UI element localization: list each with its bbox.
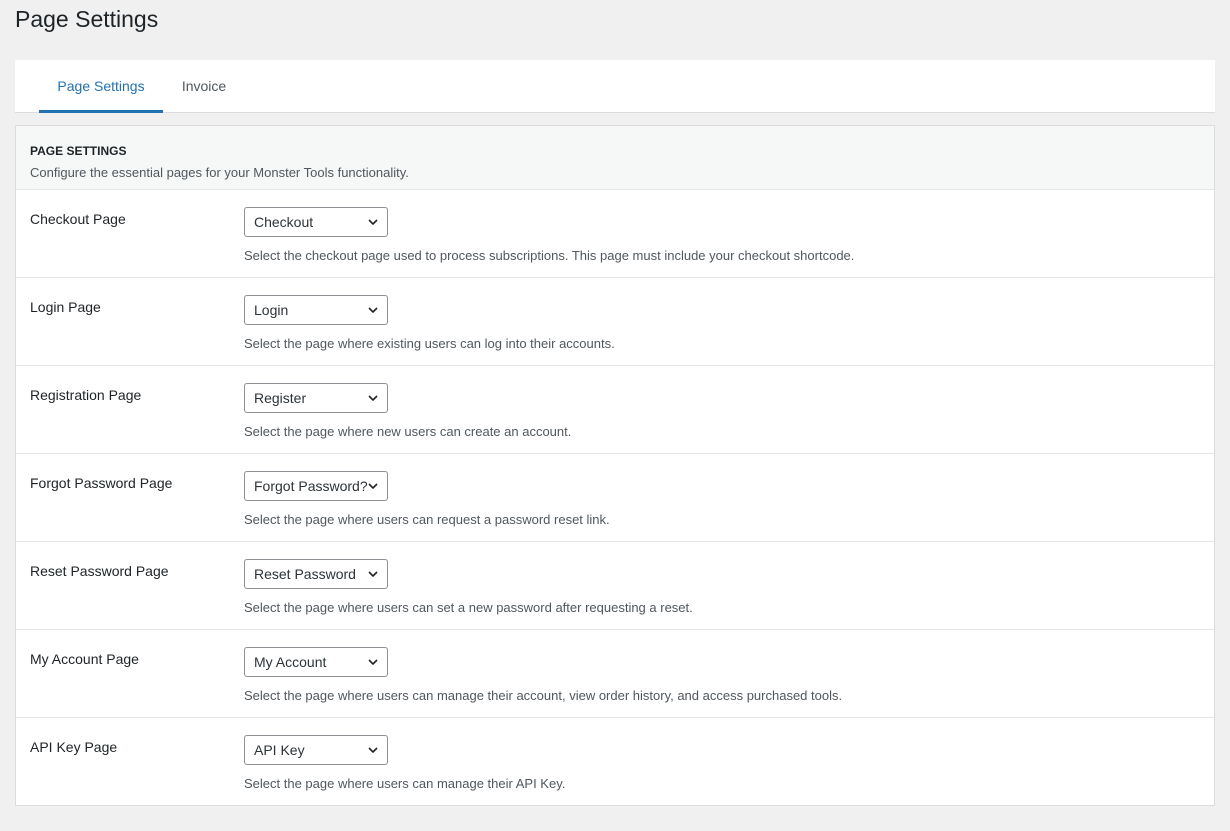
forgot-password-page-select[interactable]: Forgot Password? <box>244 471 388 501</box>
chevron-down-icon <box>368 659 378 666</box>
login-page-select[interactable]: Login <box>244 295 388 325</box>
login-page-select-value: Login <box>254 302 289 318</box>
reset-password-page-label: Reset Password Page <box>30 563 169 579</box>
registration-page-select[interactable]: Register <box>244 383 388 413</box>
chevron-down-icon <box>368 483 378 490</box>
checkout-page-description: Select the checkout page used to process… <box>244 248 855 263</box>
my-account-page-label: My Account Page <box>30 651 139 667</box>
registration-page-label: Registration Page <box>30 387 142 403</box>
api-key-page-description: Select the page where users can manage t… <box>244 776 566 791</box>
forgot-password-page-select-value: Forgot Password? <box>254 478 368 494</box>
checkout-page-label: Checkout Page <box>30 211 126 227</box>
reset-password-page-select[interactable]: Reset Password <box>244 559 388 589</box>
tab-page-settings[interactable]: Page Settings <box>39 60 163 113</box>
setting-row-api-key: API Key Page API Key Select the page whe… <box>16 718 1214 806</box>
setting-row-checkout: Checkout Page Checkout Select the checko… <box>16 190 1214 278</box>
section-description: Configure the essential pages for your M… <box>30 165 409 180</box>
chevron-down-icon <box>368 571 378 578</box>
forgot-password-page-description: Select the page where users can request … <box>244 512 610 527</box>
my-account-page-description: Select the page where users can manage t… <box>244 688 843 703</box>
tab-invoice[interactable]: Invoice <box>167 60 241 113</box>
api-key-page-label: API Key Page <box>30 739 118 755</box>
section-title: PAGE SETTINGS <box>30 144 127 158</box>
setting-row-login: Login Page Login Select the page where e… <box>16 278 1214 366</box>
setting-row-my-account: My Account Page My Account Select the pa… <box>16 630 1214 718</box>
setting-row-registration: Registration Page Register Select the pa… <box>16 366 1214 454</box>
reset-password-page-description: Select the page where users can set a ne… <box>244 600 693 615</box>
chevron-down-icon <box>368 307 378 314</box>
forgot-password-page-label: Forgot Password Page <box>30 475 173 491</box>
page-settings-panel: PAGE SETTINGS Configure the essential pa… <box>15 125 1215 806</box>
api-key-page-select[interactable]: API Key <box>244 735 388 765</box>
chevron-down-icon <box>368 395 378 402</box>
registration-page-description: Select the page where new users can crea… <box>244 424 572 439</box>
section-header: PAGE SETTINGS Configure the essential pa… <box>16 126 1214 190</box>
tab-bar: Page Settings Invoice <box>15 60 1215 113</box>
page-title: Page Settings <box>15 6 159 32</box>
setting-row-reset-password: Reset Password Page Reset Password Selec… <box>16 542 1214 630</box>
my-account-page-select[interactable]: My Account <box>244 647 388 677</box>
chevron-down-icon <box>368 747 378 754</box>
registration-page-select-value: Register <box>254 390 307 406</box>
my-account-page-select-value: My Account <box>254 654 327 670</box>
api-key-page-select-value: API Key <box>254 742 305 758</box>
reset-password-page-select-value: Reset Password <box>254 566 356 582</box>
checkout-page-select[interactable]: Checkout <box>244 207 388 237</box>
setting-row-forgot-password: Forgot Password Page Forgot Password? Se… <box>16 454 1214 542</box>
chevron-down-icon <box>368 219 378 226</box>
login-page-label: Login Page <box>30 299 101 315</box>
login-page-description: Select the page where existing users can… <box>244 336 615 351</box>
checkout-page-select-value: Checkout <box>254 214 314 230</box>
